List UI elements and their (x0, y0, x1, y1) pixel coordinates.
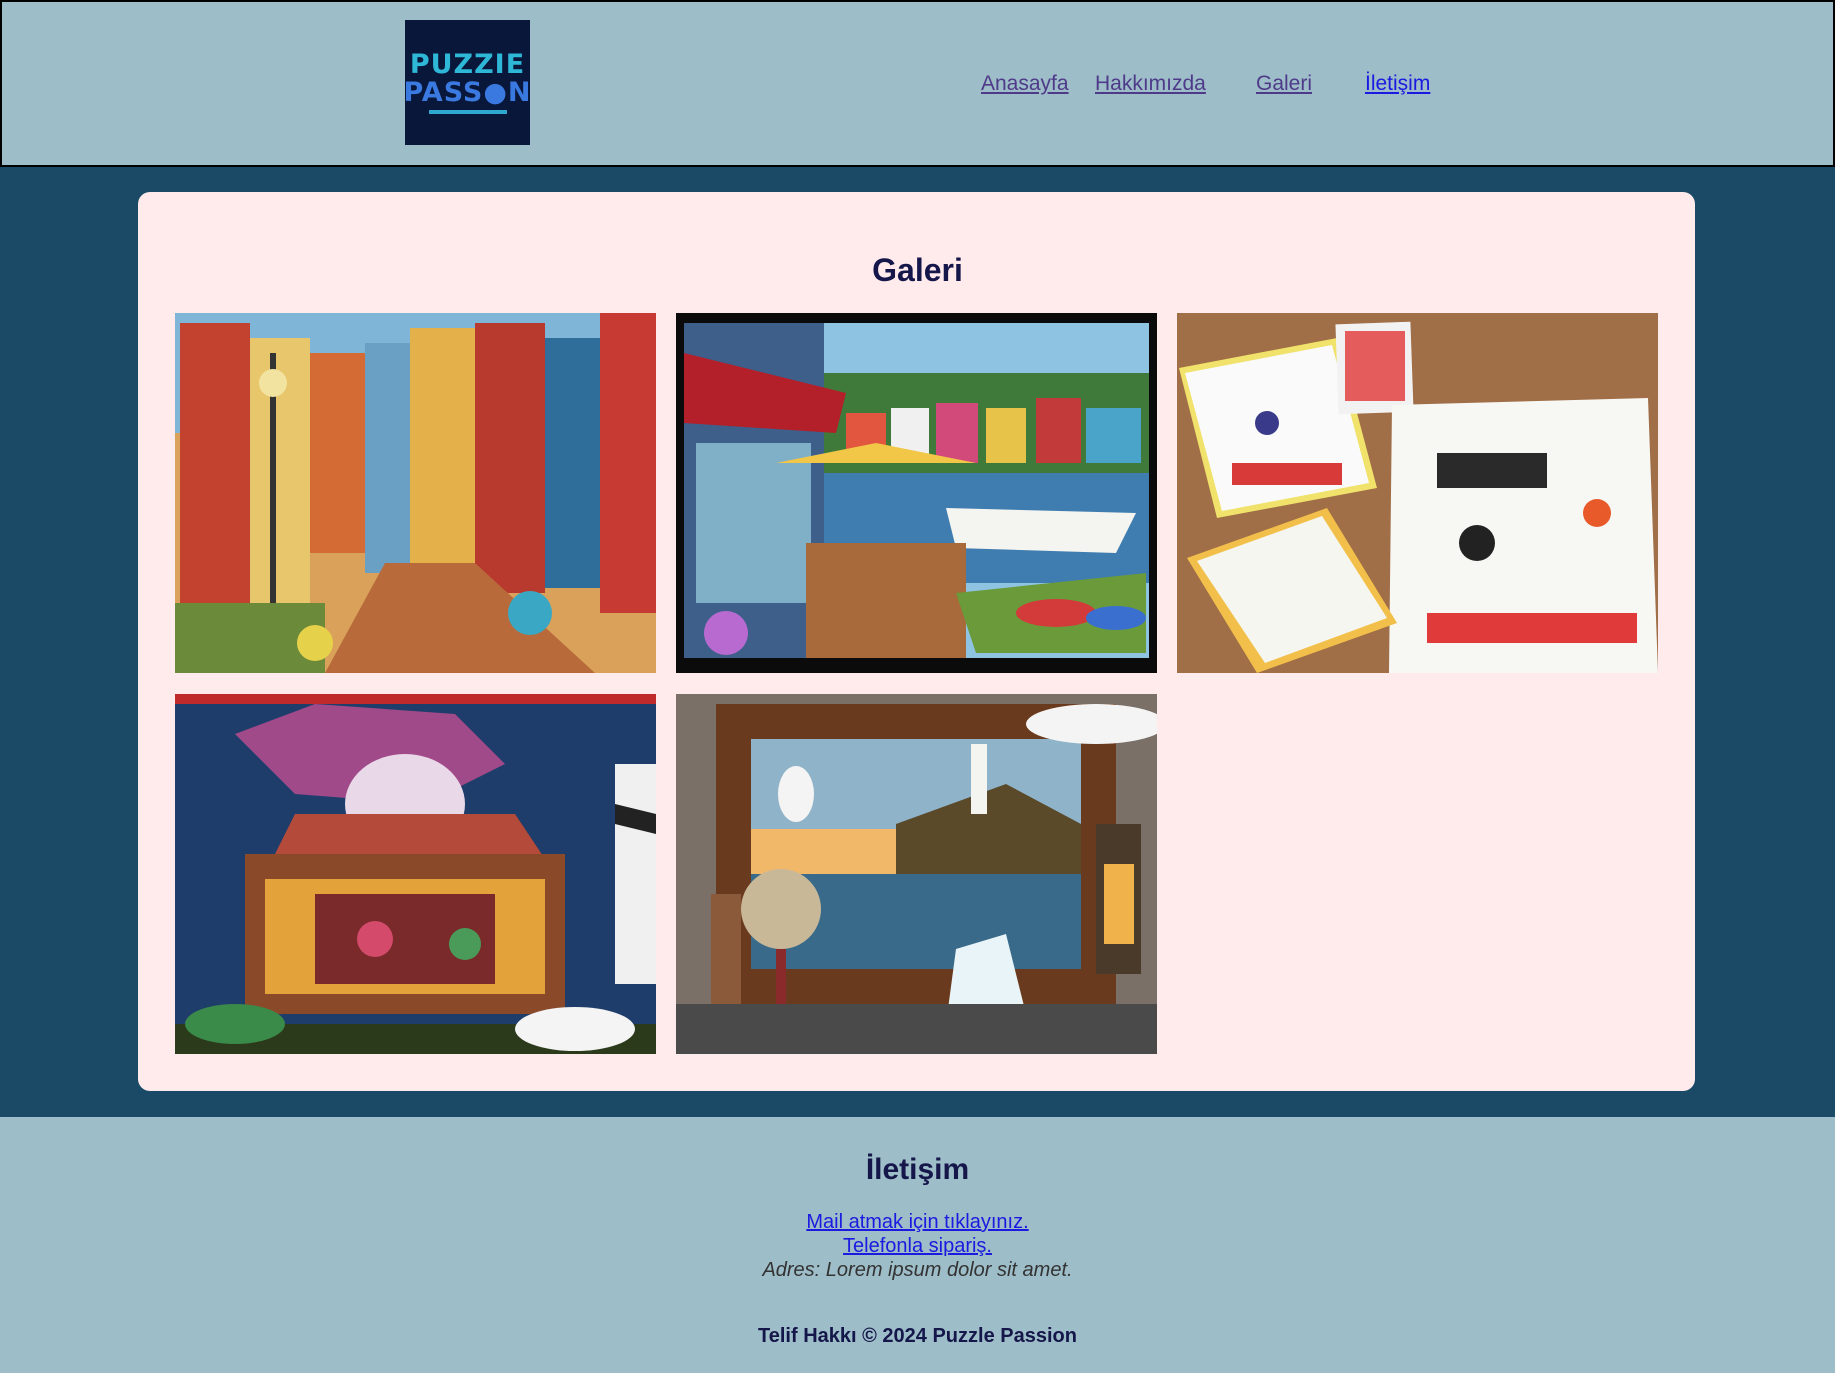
lighthouse-puzzle-image (676, 694, 1157, 1054)
nav-link-contact[interactable]: İletişim (1365, 71, 1430, 97)
mail-link-row: Mail atmak için tıklayınız. (0, 1210, 1835, 1234)
logo-text-top: PUZZIE (409, 49, 526, 80)
nav-link-gallery[interactable]: Galeri (1256, 71, 1312, 97)
gallery-photo-street[interactable] (175, 313, 656, 673)
phone-link-row: Telefonla sipariş. (0, 1234, 1835, 1258)
gallery-photo-lighthouse[interactable] (676, 694, 1157, 1054)
gallery-photo-himym[interactable] (1177, 313, 1658, 673)
street-puzzle-image (175, 313, 656, 673)
footer-contact-title: İletişim (865, 1153, 970, 1186)
himym-puzzles-image (1177, 313, 1658, 673)
footer: İletişim Mail atmak için tıklayınız. Tel… (0, 1117, 1835, 1373)
harbor-puzzle-image (676, 313, 1157, 673)
phone-order-link[interactable]: Telefonla sipariş. (843, 1235, 992, 1257)
gallery-photo-harbor[interactable] (676, 313, 1157, 673)
nav-link-about[interactable]: Hakkımızda (1095, 71, 1206, 97)
copyright-text: Telif Hakkı © 2024 Puzzle Passion (758, 1325, 1077, 1347)
top-header: PUZZIE PASS●N Anasayfa Hakkımızda Galeri… (0, 0, 1835, 167)
jester-puzzle-image (175, 694, 656, 1054)
puzzle-passion-logo[interactable]: PUZZIE PASS●N (403, 20, 532, 145)
logo-underline (428, 110, 507, 114)
gallery-photo-jester[interactable] (175, 694, 656, 1054)
mail-link[interactable]: Mail atmak için tıklayınız. (806, 1211, 1028, 1233)
gallery-title: Galeri (872, 252, 963, 288)
logo-text-bottom: PASS●N (403, 77, 532, 108)
nav-link-home[interactable]: Anasayfa (981, 71, 1069, 97)
address-text: Adres: Lorem ipsum dolor sit amet. (762, 1259, 1073, 1281)
